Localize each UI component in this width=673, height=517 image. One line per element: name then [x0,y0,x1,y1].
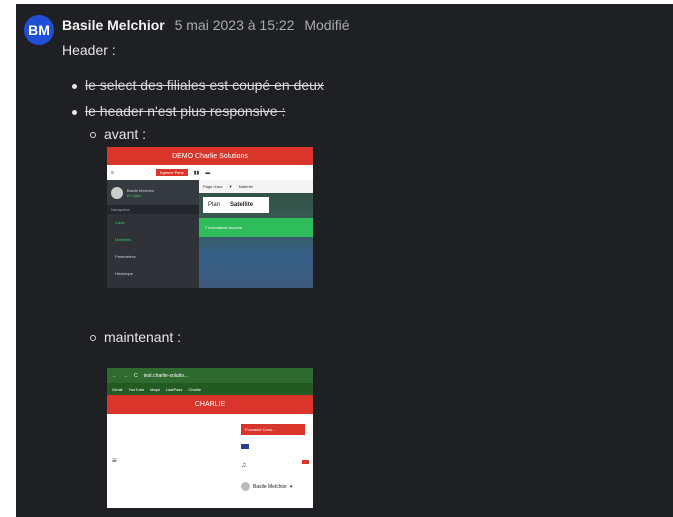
app-toolbar: ≡ Agence Paris ▮▮ ▬ [107,165,313,180]
bookmark-item: Maps [150,386,160,392]
screenshot-after[interactable]: ← → C test.charlie-solutio... Gmail YouT… [107,368,313,508]
sub-list-item-text: maintenant : [104,329,182,345]
satellite-tab: Satellite [230,202,254,208]
flag-uk-icon [241,444,249,449]
url-text: test.charlie-solutio... [143,372,189,379]
bullet-icon [72,83,77,89]
company-select: Foucauld Cons... [241,424,305,435]
circle-bullet-icon [90,132,96,139]
inventory-banner: 7 inventaires trouvés [199,218,313,237]
message-heading: Header : [62,42,116,58]
plan-tab: Plan [208,202,221,208]
forward-icon: → [123,372,128,379]
bookmarks-bar: Gmail YouTube Maps LastPass Charlie [107,383,313,395]
user-name: Basile Melchior [253,483,287,490]
sidebar-item-historique: Historique [115,271,134,276]
browser-toolbar: ← → C test.charlie-solutio... [107,368,313,383]
list-item-text: le select des filiales est coupé en deux [85,77,324,93]
app-title: DEMO Charlie Solutions [172,152,248,160]
sidebar-item-carte: Carte [115,220,125,225]
map-view: Page d'acc ▼ Matériel Plan Satellite 7 i… [199,180,313,288]
sub-list-item: avant : [90,126,146,142]
sidebar-user: Basile Melchior En ligne [107,180,199,205]
nav-label: Navigation [107,205,199,214]
bookmark-item: LastPass [165,386,183,392]
sidebar-item-parametres: Paramètres [115,254,136,259]
map-type-toggle: Plan Satellite [203,197,269,213]
flag-uk-icon: ▬ [205,169,211,176]
reload-icon: C [134,372,138,379]
notification-badge [302,460,309,464]
filter-icon: ▼ [228,184,233,189]
list-item: le header n'est plus responsive : [72,103,285,119]
edited-label: Modifié [304,17,350,33]
sub-list-item: maintenant : [90,329,181,345]
app-title-bar: CHARLIE [107,395,313,414]
message-header: Basile Melchior 5 mai 2023 à 15:22 Modif… [62,17,350,33]
back-icon: ← [112,372,117,379]
bookmark-item: Charlie [188,386,202,392]
user-avatar [241,482,250,491]
app-sidebar: Basile Melchior En ligne Navigation Cart… [107,180,199,288]
menu-icon: ≡ [112,456,117,465]
map-tab: Page d'acc [203,184,223,189]
bullet-icon [72,109,77,115]
list-item: le select des filiales est coupé en deux [72,77,324,93]
app-body: Basile Melchior En ligne Navigation Cart… [107,180,313,288]
message-timestamp: 5 mai 2023 à 15:22 [174,17,295,33]
user-menu: Basile Melchior ▾ [241,482,292,491]
flag-fr-icon: ▮▮ [193,169,200,176]
sub-list-item-text: avant : [104,126,147,142]
map-type: Matériel [238,184,253,189]
sidebar-item-materiels: Matériels [115,237,132,242]
map-toolbar: Page d'acc ▼ Matériel [199,180,313,193]
app-body: Foucauld Cons... ≡ ♫ Basile Melchior ▾ [107,414,313,508]
avatar[interactable]: BM [24,15,54,45]
user-status: En ligne [127,192,142,198]
author-name[interactable]: Basile Melchior [62,17,165,33]
app-title-bar: DEMO Charlie Solutions [107,147,313,165]
app-title: CHARLIE [194,401,226,408]
screenshot-before[interactable]: DEMO Charlie Solutions ≡ Agence Paris ▮▮… [107,147,313,288]
agency-select: Agence Paris [155,169,188,176]
list-item-text: le header n'est plus responsive : [85,103,286,119]
bookmark-item: Gmail [112,386,123,392]
circle-bullet-icon [90,335,96,342]
menu-icon: ≡ [111,169,114,176]
bookmark-item: YouTube [128,386,145,392]
user-avatar [111,186,123,199]
caret-down-icon: ▾ [289,483,293,490]
bell-icon: ♫ [241,462,247,469]
